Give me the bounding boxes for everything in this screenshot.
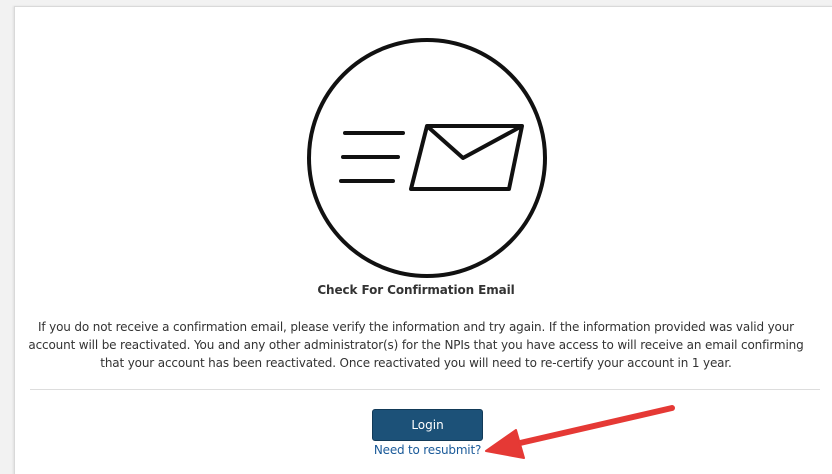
message-line-3: that your account has been reactivated. … (100, 356, 732, 370)
need-to-resubmit-link[interactable]: Need to resubmit? (0, 443, 832, 457)
message-line-1: If you do not receive a confirmation ema… (38, 320, 794, 334)
login-button[interactable]: Login (372, 409, 483, 441)
message-line-2: account will be reactivated. You and any… (28, 338, 804, 352)
confirmation-heading: Check For Confirmation Email (317, 283, 515, 297)
confirmation-message: If you do not receive a confirmation ema… (0, 318, 832, 372)
email-sent-graphic (307, 38, 547, 278)
section-divider (30, 389, 820, 390)
envelope-icon (409, 124, 524, 191)
